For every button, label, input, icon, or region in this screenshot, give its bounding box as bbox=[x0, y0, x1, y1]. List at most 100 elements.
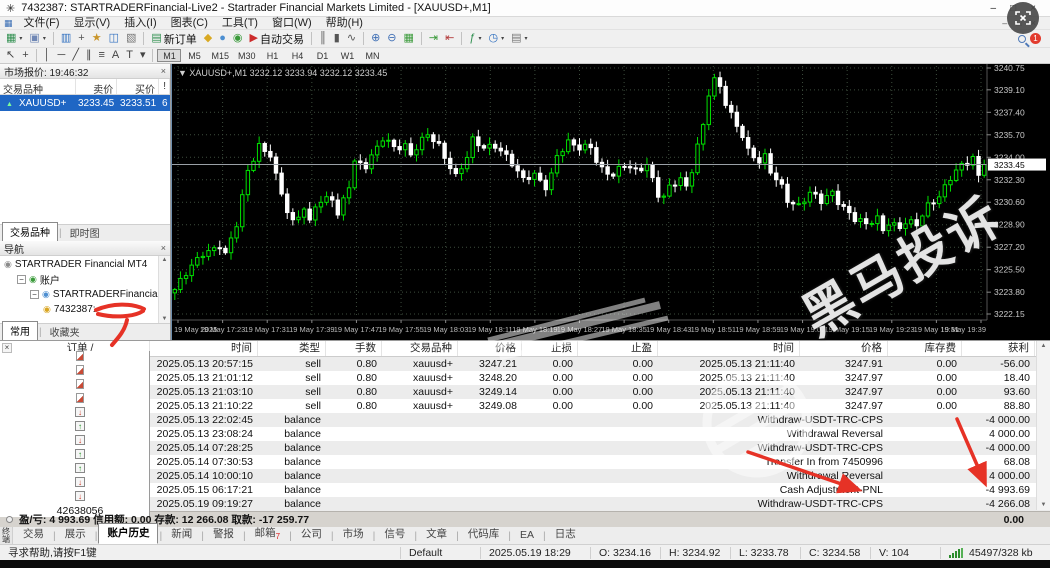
navigator-scrollbar[interactable]: ▲ ▼ bbox=[158, 256, 170, 323]
new-order-icon[interactable]: ▤新订单 bbox=[148, 31, 199, 46]
expand-minus-icon[interactable]: − bbox=[17, 275, 26, 284]
data-window-icon[interactable]: + bbox=[75, 31, 87, 46]
navigator-icon[interactable]: ★ bbox=[89, 31, 105, 46]
navigator-tab-1[interactable]: 收藏夹 bbox=[43, 323, 87, 341]
strategy-tester-icon[interactable]: ▧ bbox=[123, 31, 139, 46]
dropdown-arrow-icon[interactable]: ▾ bbox=[525, 35, 528, 42]
history-col-4[interactable]: 交易品种 bbox=[382, 341, 458, 356]
terminal-tab-公司[interactable]: 公司 bbox=[293, 525, 330, 544]
mdi-minimize-button[interactable]: – bbox=[1002, 18, 1007, 28]
history-row-42233139[interactable]: ↓422331392025.05.15 06:17:21balanceCash … bbox=[0, 483, 1050, 497]
new-chart-icon[interactable]: ▦▾ bbox=[3, 31, 25, 46]
notification-badge[interactable]: 1 bbox=[1030, 33, 1041, 44]
history-row-42040255[interactable]: ↓420402552025.05.14 07:28:25balanceWithd… bbox=[0, 441, 1050, 455]
fibonacci-tool-icon[interactable]: ≡ bbox=[95, 48, 107, 63]
terminal-tab-交易[interactable]: 交易 bbox=[15, 525, 52, 544]
history-col-5[interactable]: 价格 bbox=[458, 341, 522, 356]
history-col-2[interactable]: 类型 bbox=[258, 341, 326, 356]
indicators-icon[interactable]: ƒ▾ bbox=[466, 31, 484, 46]
terminal-tab-日志[interactable]: 日志 bbox=[547, 525, 584, 544]
scroll-down-icon[interactable]: ▼ bbox=[1041, 502, 1047, 508]
templates-icon[interactable]: ▤▾ bbox=[508, 31, 530, 46]
timeframe-M15[interactable]: M15 bbox=[207, 49, 233, 62]
maximize-button[interactable]: □ bbox=[1010, 3, 1016, 14]
history-row-42059331[interactable]: ↑420593312025.05.14 10:00:10balanceWithd… bbox=[0, 469, 1050, 483]
terminal-tab-文章[interactable]: 文章 bbox=[418, 525, 455, 544]
menu-item-T[interactable]: 工具(T) bbox=[215, 17, 265, 30]
price-chart[interactable]: 3240.753239.103237.403235.703234.003232.… bbox=[172, 64, 1050, 338]
menu-item-W[interactable]: 窗口(W) bbox=[265, 17, 319, 30]
minimize-button[interactable]: – bbox=[991, 3, 997, 14]
vertical-line-tool-icon[interactable]: │ bbox=[41, 48, 54, 63]
history-col-10[interactable]: 库存费 bbox=[888, 341, 962, 356]
status-profile[interactable]: Default bbox=[400, 547, 480, 559]
terminal-tab-EA[interactable]: EA bbox=[512, 528, 542, 544]
timeframe-H4[interactable]: H4 bbox=[286, 49, 310, 62]
autotrading-icon[interactable]: ▶自动交易 bbox=[247, 31, 307, 46]
terminal-tab-展示[interactable]: 展示 bbox=[57, 525, 94, 544]
scroll-down-icon[interactable]: ▼ bbox=[162, 316, 168, 322]
navigator-item-3[interactable]: ◉7432387: bbox=[0, 302, 170, 317]
scroll-up-icon[interactable]: ▲ bbox=[1041, 343, 1047, 349]
horizontal-line-tool-icon[interactable]: ─ bbox=[55, 48, 69, 63]
history-col-8[interactable]: 时间 bbox=[658, 341, 800, 356]
market-watch-icon[interactable]: ▥ bbox=[58, 31, 74, 46]
navigator-item-1[interactable]: −◉账户 bbox=[0, 272, 170, 287]
crosshair-tool-icon[interactable]: + bbox=[19, 48, 31, 63]
zoom-in-icon[interactable]: ⊕ bbox=[368, 31, 383, 46]
market-watch-row-XAUUSD+[interactable]: ▲XAUUSD+3233.453233.516 bbox=[0, 95, 170, 111]
search-icon[interactable] bbox=[1018, 35, 1026, 43]
history-col-1[interactable]: 时间 bbox=[150, 341, 258, 356]
menu-item-V[interactable]: 显示(V) bbox=[67, 17, 118, 30]
timeframe-M30[interactable]: M30 bbox=[234, 49, 260, 62]
close-button[interactable]: × bbox=[1030, 3, 1036, 14]
terminal-tab-新闻[interactable]: 新闻 bbox=[163, 525, 200, 544]
terminal-tab-信号[interactable]: 信号 bbox=[376, 525, 413, 544]
dropdown-arrow-icon[interactable]: ▾ bbox=[478, 35, 481, 42]
shapes-tool-icon[interactable]: ▾ bbox=[137, 48, 149, 63]
metaeditor-icon[interactable]: ◆ bbox=[201, 31, 215, 46]
dropdown-arrow-icon[interactable]: ▾ bbox=[501, 35, 504, 42]
dropdown-arrow-icon[interactable]: ▾ bbox=[19, 35, 22, 42]
timeframe-MN[interactable]: MN bbox=[361, 49, 385, 62]
bar-chart-icon[interactable]: ║ bbox=[316, 31, 330, 46]
periods-icon[interactable]: ◷▾ bbox=[485, 31, 507, 46]
arrow-label-tool-icon[interactable]: T bbox=[123, 48, 136, 63]
history-row-41991229[interactable]: 419912292025.05.13 21:03:10sell0.80xauus… bbox=[0, 385, 1050, 399]
terminal-tab-账户历史[interactable]: 账户历史 bbox=[98, 523, 158, 544]
profiles-icon[interactable]: ▣▾ bbox=[26, 31, 48, 46]
terminal-tab-代码库[interactable]: 代码库 bbox=[460, 525, 508, 544]
terminal-icon[interactable]: ◫ bbox=[106, 31, 122, 46]
navigator-tab-0[interactable]: 常用 bbox=[2, 321, 38, 341]
zoom-out-icon[interactable]: ⊖ bbox=[384, 31, 399, 46]
navigator-item-2[interactable]: −◉STARTRADERFinancial-Live2 bbox=[0, 287, 170, 302]
menu-item-C[interactable]: 图表(C) bbox=[164, 17, 215, 30]
history-col-7[interactable]: 止盈 bbox=[578, 341, 658, 356]
community-icon[interactable]: ● bbox=[216, 31, 229, 46]
terminal-tab-警报[interactable]: 警报 bbox=[205, 525, 242, 544]
cursor-tool-icon[interactable]: ↖ bbox=[3, 48, 18, 63]
menu-item-I[interactable]: 插入(I) bbox=[117, 17, 163, 30]
market-watch-close-icon[interactable]: × bbox=[161, 66, 166, 76]
line-chart-icon[interactable]: ∿ bbox=[344, 31, 359, 46]
menu-item-F[interactable]: 文件(F) bbox=[17, 17, 67, 30]
history-col-3[interactable]: 手数 bbox=[326, 341, 382, 356]
terminal-tab-市场[interactable]: 市场 bbox=[335, 525, 372, 544]
history-col-6[interactable]: 止损 bbox=[522, 341, 578, 356]
tile-windows-icon[interactable]: ▦ bbox=[401, 31, 417, 46]
chart-window[interactable]: 3240.753239.103237.403235.703234.003232.… bbox=[171, 64, 1050, 340]
terminal-tab-邮箱[interactable]: 邮箱7 bbox=[247, 524, 288, 544]
timeframe-M5[interactable]: M5 bbox=[182, 49, 206, 62]
auto-scroll-icon[interactable]: ⇥ bbox=[426, 31, 441, 46]
mdi-close-button[interactable]: × bbox=[1031, 18, 1036, 28]
timeframe-W1[interactable]: W1 bbox=[336, 49, 360, 62]
history-row-42638056[interactable]: ↓426380562025.05.19 09:19:27balanceWithd… bbox=[0, 497, 1050, 511]
chart-system-icon[interactable]: ▦ bbox=[4, 18, 13, 29]
mdi-restore-button[interactable]: □ bbox=[1016, 18, 1021, 28]
history-row-41991087[interactable]: 419910872025.05.13 21:01:12sell0.80xauus… bbox=[0, 371, 1050, 385]
history-row-41990830[interactable]: 419908302025.05.13 20:57:15sell0.80xauus… bbox=[0, 357, 1050, 371]
chart-shift-icon[interactable]: ⇤ bbox=[442, 31, 457, 46]
timeframe-M1[interactable]: M1 bbox=[157, 49, 181, 62]
globe-icon[interactable]: ◉ bbox=[230, 31, 246, 46]
navigator-item-0[interactable]: ◉STARTRADER Financial MT4 bbox=[0, 257, 170, 272]
